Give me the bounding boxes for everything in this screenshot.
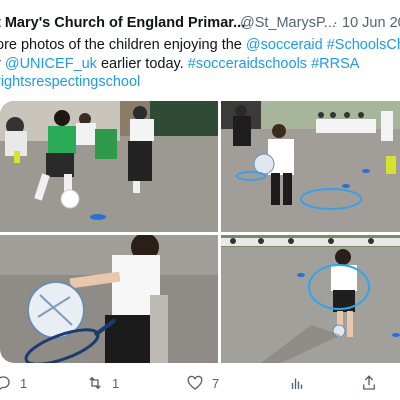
- views-button[interactable]: [288, 370, 314, 396]
- reply-button[interactable]: 1: [0, 370, 27, 396]
- separator-dot: ·: [333, 15, 338, 31]
- media-grid: [0, 101, 400, 363]
- tweet-date[interactable]: 10 Jun 20: [342, 13, 400, 33]
- views-icon: [291, 378, 303, 389]
- mention-unicef-link[interactable]: @UNICEF_uk: [5, 56, 97, 72]
- hashtag-rightsrespectingschool-link[interactable]: rightsrespectingschool: [0, 74, 140, 90]
- share-button[interactable]: [360, 370, 378, 396]
- retweet-count: 1: [112, 375, 120, 391]
- like-count: 7: [212, 375, 220, 391]
- photo-girl-holding-racket-and-ball[interactable]: [0, 235, 218, 363]
- text-segment: ore photos of the children enjoying the: [0, 37, 246, 53]
- tweet-text-line-3: rightsrespectingschool: [0, 73, 400, 92]
- tweet-header: t Mary's Church of England Primar... @St…: [0, 13, 400, 33]
- hashtag-links[interactable]: #socceraidschools #RRSA: [188, 56, 360, 72]
- photo-girl-with-hoop[interactable]: [221, 235, 400, 363]
- tweet-text-line-2: r @UNICEF_uk earlier today. #socceraidsc…: [0, 55, 400, 74]
- text-segment: earlier today.: [96, 55, 188, 72]
- tweet[interactable]: t Mary's Church of England Primar... @St…: [0, 0, 400, 400]
- author-handle[interactable]: @St_MarysP...: [240, 13, 336, 33]
- reply-count: 1: [20, 375, 28, 391]
- photo-girl-dribbling-ball[interactable]: [0, 101, 218, 232]
- heart-icon: [187, 375, 203, 390]
- like-button[interactable]: 7: [186, 370, 219, 396]
- tweet-text: ore photos of the children enjoying the …: [0, 36, 400, 92]
- retweet-icon: [89, 376, 101, 390]
- mention-hashtag-link[interactable]: @socceraid #SchoolsCh: [246, 37, 400, 53]
- tweet-actions: 1 1 7: [0, 370, 400, 396]
- tweet-text-line-1: ore photos of the children enjoying the …: [0, 36, 400, 55]
- share-icon: [363, 375, 375, 390]
- retweet-button[interactable]: 1: [86, 370, 119, 396]
- author-name[interactable]: t Mary's Church of England Primar...: [0, 13, 245, 33]
- photo-boy-with-ball-and-hoop[interactable]: [221, 101, 400, 232]
- reply-icon: [0, 376, 10, 391]
